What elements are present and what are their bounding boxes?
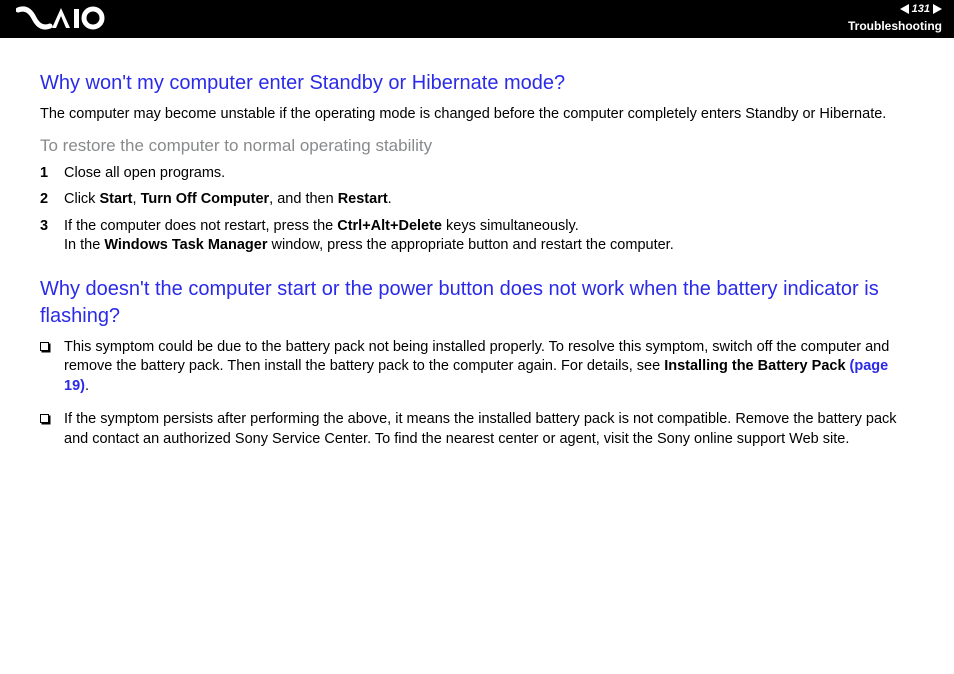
text-run: , and then [269, 191, 338, 207]
step-text: If the computer does not restart, press … [64, 217, 914, 256]
step-3: 3 If the computer does not restart, pres… [40, 217, 914, 256]
question-1-heading: Why won't my computer enter Standby or H… [40, 70, 914, 97]
page-number: 131 [912, 2, 930, 17]
bold-run: Windows Task Manager [104, 237, 267, 253]
vaio-logo [16, 4, 106, 39]
step-number: 2 [40, 190, 64, 210]
text-run: , [133, 191, 141, 207]
text-run: keys simultaneously. [442, 218, 579, 234]
page-nav: 131 Troubleshooting [848, 2, 942, 34]
bullet-text: This symptom could be due to the battery… [64, 338, 914, 397]
text-run: If the computer does not restart, press … [64, 218, 337, 234]
step-text: Close all open programs. [64, 164, 914, 184]
step-number: 1 [40, 164, 64, 184]
text-run: . [388, 191, 392, 207]
text-run: window, press the appropriate button and… [267, 237, 673, 253]
question-1-intro: The computer may become unstable if the … [40, 105, 914, 125]
text-run: In the [64, 237, 104, 253]
question-1-subhead: To restore the computer to normal operat… [40, 135, 914, 158]
restore-steps-list: 1 Close all open programs. 2 Click Start… [40, 164, 914, 256]
step-number: 3 [40, 217, 64, 237]
prev-page-arrow-icon[interactable] [900, 4, 909, 14]
bold-run: Installing the Battery Pack [664, 358, 845, 374]
step-text: Click Start, Turn Off Computer, and then… [64, 190, 914, 210]
bullet-2: If the symptom persists after performing… [40, 410, 914, 449]
next-page-arrow-icon[interactable] [933, 4, 942, 14]
bold-run: Start [99, 191, 132, 207]
section-name: Troubleshooting [848, 18, 942, 34]
bold-run: Turn Off Computer [141, 191, 270, 207]
checkbox-bullet-icon [40, 338, 64, 355]
page-content: Why won't my computer enter Standby or H… [0, 38, 954, 450]
checkbox-bullet-icon [40, 410, 64, 427]
bold-run: Ctrl+Alt+Delete [337, 218, 442, 234]
bold-run: Restart [338, 191, 388, 207]
header-bar: 131 Troubleshooting [0, 0, 954, 38]
step-2: 2 Click Start, Turn Off Computer, and th… [40, 190, 914, 210]
bullet-1: This symptom could be due to the battery… [40, 338, 914, 397]
text-run: . [85, 378, 89, 394]
bullet-text: If the symptom persists after performing… [64, 410, 914, 449]
step-1: 1 Close all open programs. [40, 164, 914, 184]
question-2-heading: Why doesn't the computer start or the po… [40, 276, 914, 330]
question-2-bullets: This symptom could be due to the battery… [40, 338, 914, 450]
text-run: Click [64, 191, 99, 207]
